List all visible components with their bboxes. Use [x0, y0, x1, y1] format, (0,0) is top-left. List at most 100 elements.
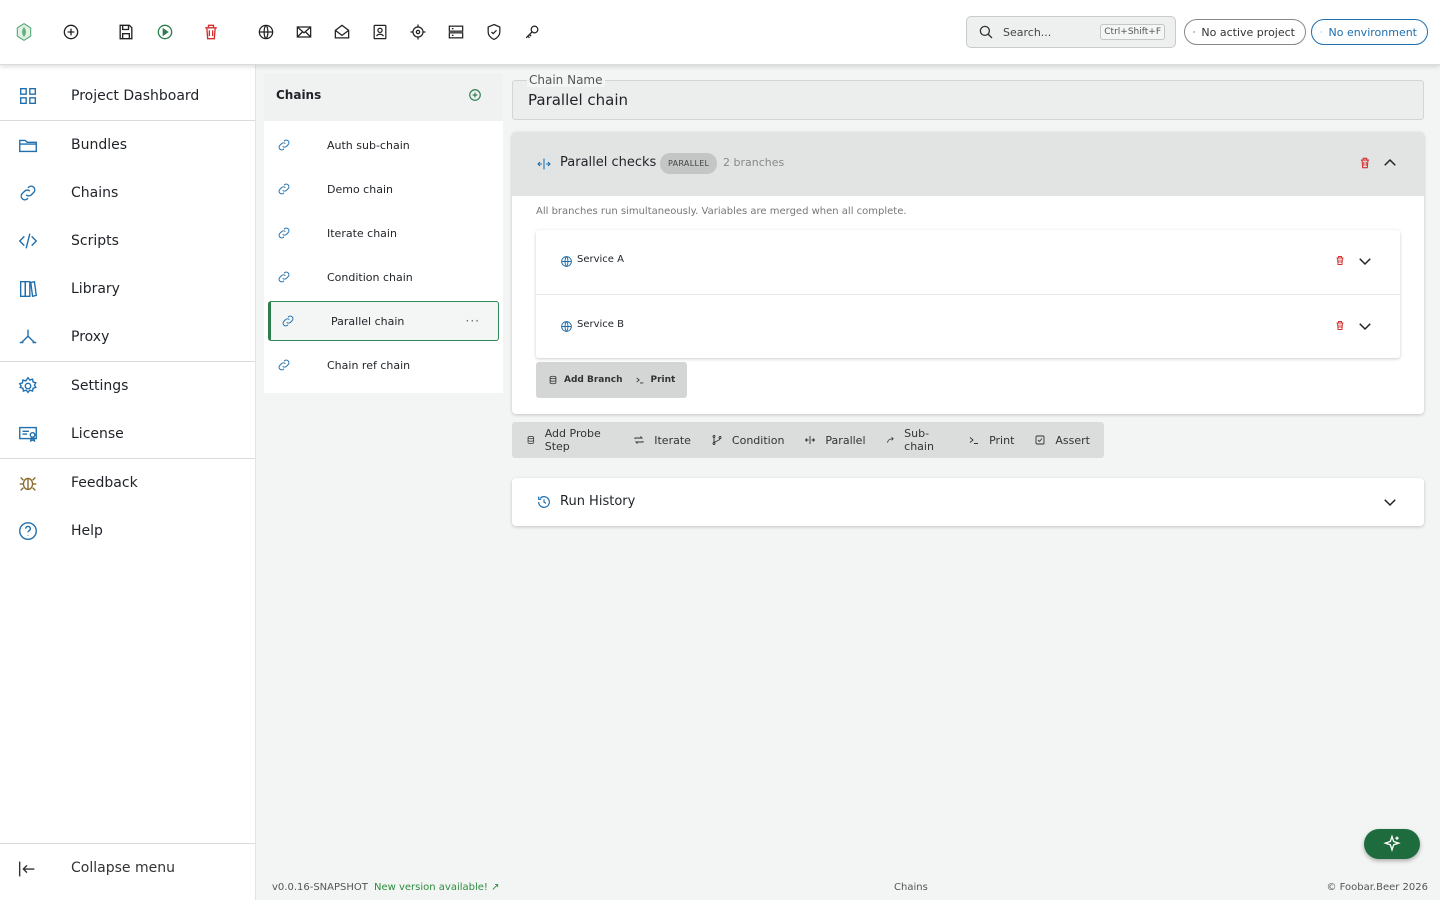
run-history-title: Run History — [560, 494, 636, 509]
iterate-button[interactable]: Iterate — [623, 422, 701, 458]
chain-name-value: Parallel chain — [528, 91, 629, 109]
branch-icon — [712, 435, 722, 445]
sparkle-icon — [1383, 834, 1401, 852]
delete-branch-icon[interactable] — [1334, 254, 1346, 267]
delete-icon[interactable] — [199, 20, 223, 44]
fork-icon — [16, 325, 40, 349]
search-icon — [979, 25, 993, 39]
parallel-button[interactable]: Parallel — [794, 422, 875, 458]
delete-step-icon[interactable] — [1358, 156, 1372, 170]
mail-icon[interactable] — [292, 20, 316, 44]
chevron-down-icon[interactable] — [1356, 252, 1374, 270]
chains-list-title: Chains — [276, 88, 322, 102]
chains-list-header: Chains — [264, 73, 503, 121]
print-branch-button[interactable]: Print — [629, 362, 682, 398]
link-icon — [16, 181, 40, 205]
add-branch-button[interactable]: Add Branch — [542, 362, 629, 398]
ai-assistant-button[interactable] — [1364, 829, 1420, 859]
add-chain-icon[interactable] — [468, 88, 482, 102]
step-button-label: Assert — [1055, 433, 1090, 447]
sidebar-item-label: Proxy — [71, 329, 110, 345]
database-icon — [549, 375, 557, 385]
chain-item-chain-ref-chain[interactable]: Chain ref chain — [264, 345, 503, 385]
sidebar-item-scripts[interactable]: Scripts — [0, 221, 255, 261]
add-probe-step-button[interactable]: Add Probe Step — [516, 422, 623, 458]
more-options-icon[interactable]: ··· — [466, 314, 480, 328]
parallel-badge: PARALLEL — [660, 153, 718, 174]
sidebar-item-library[interactable]: Library — [0, 269, 255, 309]
sidebar-item-label: Settings — [71, 378, 129, 394]
chain-item-auth-sub-chain[interactable]: Auth sub-chain — [264, 125, 503, 165]
target-icon[interactable] — [406, 20, 430, 44]
chains-list-panel: Chains Auth sub-chain Demo chain Iterate… — [264, 73, 503, 393]
braces-icon — [1320, 31, 1322, 33]
environment-selector[interactable]: No environment — [1311, 19, 1428, 45]
print-button[interactable]: Print — [958, 422, 1024, 458]
sidebar-item-project-dashboard[interactable]: Project Dashboard — [0, 76, 255, 116]
chevron-up-icon[interactable] — [1381, 154, 1399, 172]
parallel-icon — [537, 158, 551, 170]
chain-item-condition-chain[interactable]: Condition chain — [264, 257, 503, 297]
sidebar-item-bundles[interactable]: Bundles — [0, 125, 255, 165]
branch-service-a[interactable]: Service A — [536, 230, 1400, 294]
key-icon[interactable] — [520, 20, 544, 44]
chain-item-label: Parallel chain — [331, 314, 405, 328]
new-version-link[interactable]: New version available! ↗ — [374, 882, 500, 893]
add-icon[interactable] — [59, 20, 83, 44]
assert-button[interactable]: Assert — [1024, 422, 1100, 458]
sidebar-item-label: Scripts — [71, 233, 119, 249]
sidebar-item-help[interactable]: Help — [0, 511, 255, 551]
link-icon — [278, 227, 290, 239]
server-icon[interactable] — [444, 20, 468, 44]
chevron-down-icon[interactable] — [1381, 493, 1399, 511]
project-selector[interactable]: No active project — [1184, 19, 1306, 45]
divider — [0, 458, 255, 459]
shield-check-icon[interactable] — [482, 20, 506, 44]
sidebar-item-feedback[interactable]: Feedback — [0, 463, 255, 503]
globe-icon — [561, 256, 572, 267]
save-icon[interactable] — [114, 20, 138, 44]
parallel-step-header[interactable]: Parallel checks PARALLEL 2 branches — [512, 132, 1424, 196]
run-icon[interactable] — [153, 20, 177, 44]
help-icon — [16, 519, 40, 543]
parallel-icon — [805, 436, 816, 444]
link-icon — [282, 315, 294, 327]
sidebar-item-label: Chains — [71, 185, 119, 201]
chain-item-label: Condition chain — [327, 270, 413, 284]
chevron-down-icon[interactable] — [1356, 317, 1374, 335]
chain-name-field[interactable]: Chain Name Parallel chain — [512, 73, 1424, 120]
sidebar-item-label: Library — [71, 281, 120, 297]
branch-service-b[interactable]: Service B — [536, 294, 1400, 358]
chain-item-label: Auth sub-chain — [327, 138, 410, 152]
gear-icon — [16, 374, 40, 398]
sidebar-item-proxy[interactable]: Proxy — [0, 317, 255, 357]
globe-icon — [561, 321, 572, 332]
link-icon — [278, 271, 290, 283]
delete-branch-icon[interactable] — [1334, 319, 1346, 332]
condition-button[interactable]: Condition — [701, 422, 795, 458]
mail-open-icon[interactable] — [330, 20, 354, 44]
status-footer: v0.0.16-SNAPSHOT New version available! … — [256, 876, 1440, 900]
contact-icon[interactable] — [368, 20, 392, 44]
sidebar-item-settings[interactable]: Settings — [0, 366, 255, 406]
chain-item-parallel-chain[interactable]: Parallel chain ··· — [268, 301, 499, 341]
sub-chain-button[interactable]: Sub-chain — [876, 422, 959, 458]
chain-item-demo-chain[interactable]: Demo chain — [264, 169, 503, 209]
bug-icon — [16, 471, 40, 495]
terminal-icon — [635, 377, 643, 384]
sidebar-item-chains[interactable]: Chains — [0, 173, 255, 213]
chain-item-label: Iterate chain — [327, 226, 397, 240]
chain-item-iterate-chain[interactable]: Iterate chain — [264, 213, 503, 253]
sidebar-item-license[interactable]: License — [0, 414, 255, 454]
search-shortcut: Ctrl+Shift+F — [1100, 24, 1165, 40]
collapse-menu-button[interactable]: Collapse menu — [0, 843, 255, 893]
sidebar: Project Dashboard Bundles Chains Scripts… — [0, 65, 256, 900]
environment-label: No environment — [1328, 25, 1417, 39]
search-input[interactable]: Search... Ctrl+Shift+F — [966, 16, 1176, 48]
chain-item-label: Chain ref chain — [327, 358, 411, 372]
divider — [0, 120, 255, 121]
run-history-panel[interactable]: Run History — [512, 478, 1424, 526]
current-section-label: Chains — [894, 882, 928, 893]
folder-icon — [16, 133, 40, 157]
globe-icon[interactable] — [254, 20, 278, 44]
